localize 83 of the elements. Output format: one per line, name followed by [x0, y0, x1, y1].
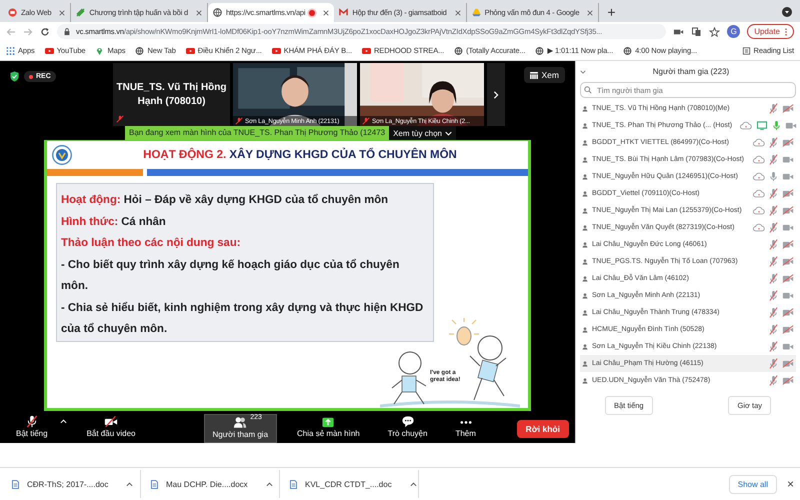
- slide-text: Hình thức: Cá nhân: [61, 214, 167, 230]
- apps-grid-icon: [6, 46, 15, 54]
- panel-title: Người tham gia (223): [652, 67, 730, 76]
- stripes-icon: [76, 8, 86, 17]
- view-options-button[interactable]: Xem tùy chọn: [389, 126, 456, 140]
- person-icon: [582, 140, 588, 146]
- show-all-button[interactable]: Show all: [728, 474, 777, 494]
- leave-button[interactable]: Rời khỏi: [516, 420, 569, 438]
- participant-name: TNUE_TS. Vũ Thị Hồng Hạnh (708010): [116, 80, 228, 108]
- play-icon: [186, 46, 195, 54]
- document-icon: [290, 480, 297, 488]
- play-icon: [272, 46, 281, 54]
- logo-icon: [52, 145, 72, 165]
- layout-icon: [530, 72, 538, 78]
- people-icon: [233, 416, 248, 429]
- close-icon[interactable]: [59, 10, 66, 16]
- toolbar-button[interactable]: Thêm: [447, 414, 484, 443]
- play-icon: [362, 46, 371, 54]
- slide-title: HOẠT ĐỘNG 2. XÂY DỰNG KHGD CỦA TỔ CHUYÊN MÔN: [142, 149, 458, 161]
- view-button[interactable]: Xem: [524, 67, 565, 83]
- globe-icon: [623, 46, 632, 54]
- globe-icon: [135, 46, 144, 54]
- tab-search-icon[interactable]: [782, 7, 792, 17]
- mail-icon: [339, 8, 348, 17]
- person-icon: [582, 242, 588, 248]
- document-icon: [151, 480, 158, 488]
- globe-icon: [454, 46, 464, 54]
- map-pin-icon: [95, 46, 104, 54]
- chevron-icon: [492, 90, 500, 100]
- slide-text: Thảo luận theo các nội dung sau:: [61, 236, 242, 251]
- person-icon: [582, 326, 588, 332]
- caret-icon[interactable]: [266, 482, 273, 486]
- person-icon: [582, 378, 588, 384]
- shield-icon: [10, 71, 19, 82]
- play-icon: [44, 46, 54, 54]
- person-icon: [582, 310, 588, 316]
- person-icon: [582, 258, 588, 264]
- close-icon[interactable]: [323, 10, 330, 16]
- close-button[interactable]: ×: [786, 477, 794, 491]
- close-icon[interactable]: [196, 10, 202, 16]
- caret-icon[interactable]: [410, 482, 417, 486]
- new-tab-button[interactable]: +: [607, 3, 616, 22]
- person-icon: [582, 344, 588, 350]
- profile-avatar[interactable]: G: [727, 25, 740, 38]
- caret-icon[interactable]: [126, 482, 134, 486]
- toolbar-button[interactable]: Bắt đầu video: [78, 414, 144, 443]
- slide-text: Hoạt động: Hỏi – Đáp về xây dựng KHGD của tổ chuyên môn: [61, 192, 390, 208]
- triangle-icon: [472, 8, 481, 17]
- person-icon: [582, 122, 588, 128]
- chevron-icon: [445, 130, 452, 136]
- camera-icon[interactable]: [673, 26, 684, 36]
- person-icon: [582, 106, 588, 112]
- globe-icon: [212, 8, 222, 17]
- download-item[interactable]: CĐR-ThS; 2017-....doc: [10, 470, 141, 498]
- toolbar-button[interactable]: Bật tiếng: [8, 414, 56, 443]
- person-icon: [582, 190, 588, 196]
- person-icon: [582, 156, 588, 162]
- download-item[interactable]: KVL_CDR CTDT_....doc: [280, 470, 419, 498]
- share-screen-icon: [321, 415, 336, 428]
- list-icon: [742, 46, 750, 54]
- close-icon[interactable]: [454, 10, 461, 16]
- globe-icon: [535, 46, 544, 54]
- person-icon: [582, 276, 588, 282]
- person-icon: [582, 292, 588, 298]
- chevron-icon[interactable]: [580, 70, 586, 74]
- person-icon: [582, 208, 588, 214]
- download-item[interactable]: Mau DCHP. Die....docx: [141, 470, 280, 498]
- document-icon: [12, 480, 19, 488]
- toolbar-button[interactable]: Trò chuyện: [380, 414, 436, 443]
- star-icon[interactable]: [709, 26, 720, 36]
- search-icon: [584, 86, 592, 94]
- slide-text: - Chia sẻ hiểu biết, kinh nghiệm trong xây dựng và thực hiện KHGD của tổ chuyên môn.: [61, 300, 424, 337]
- slide-text: - Cho biết quy trình xây dựng kế hoạch giáo dục của tổ chuyên môn.: [61, 258, 400, 294]
- screen-share-banner: Bạn đang xem màn hình của TNUE_TS. Phan Thị Phương Thảo (12473: [125, 126, 390, 140]
- update-button[interactable]: Update: [747, 24, 794, 39]
- close-icon[interactable]: [587, 10, 594, 16]
- reload-icon[interactable]: [40, 26, 50, 36]
- person-icon: [582, 174, 588, 180]
- person-icon: [582, 224, 588, 230]
- lock-icon: [63, 27, 71, 36]
- toolbar-button[interactable]: Chia sẻ màn hình: [289, 414, 368, 443]
- translate-icon[interactable]: [691, 26, 702, 36]
- person-icon: [582, 360, 588, 366]
